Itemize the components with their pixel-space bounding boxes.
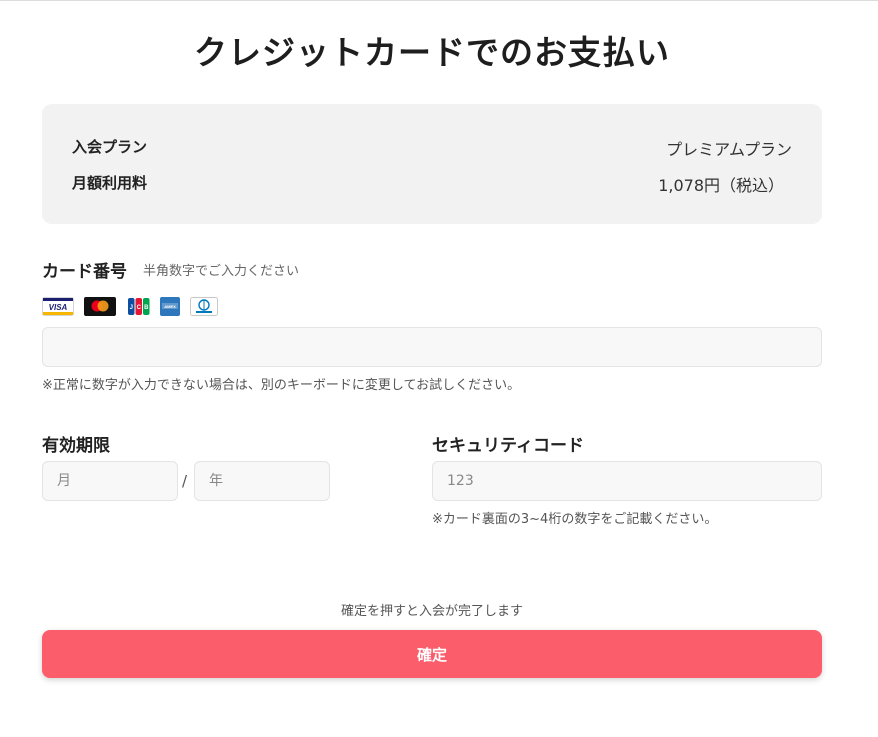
svg-text:AMEX: AMEX: [164, 304, 176, 309]
jcb-icon: J C B: [128, 297, 150, 316]
card-number-hint: 半角数字でご入力ください: [143, 264, 300, 279]
plan-row-membership: 入会プラン プレミアムプラン: [72, 136, 792, 159]
visa-icon: VISA: [42, 297, 74, 316]
confirm-note: 確定を押すと入会が完了します: [340, 604, 523, 619]
svg-text:B: B: [144, 305, 149, 311]
svg-text:J: J: [130, 305, 133, 311]
diners-club-icon: [190, 297, 218, 316]
plan-summary-panel: 入会プラン プレミアムプラン 月額利用料 1,078円（税込）: [42, 104, 822, 224]
svg-text:VISA: VISA: [49, 303, 68, 312]
plan-row-value: プレミアムプラン: [666, 140, 792, 159]
card-number-input[interactable]: [42, 327, 822, 367]
top-divider: [0, 0, 878, 1]
expiry-year-input[interactable]: [194, 461, 330, 501]
expiry-separator: /: [182, 472, 188, 490]
svg-text:C: C: [137, 305, 142, 311]
page-title: クレジットカードでのお支払い: [194, 33, 670, 72]
plan-row-label: 月額利用料: [72, 174, 148, 192]
security-code-label: セキュリティコード: [432, 436, 584, 456]
security-code-input[interactable]: [432, 461, 822, 501]
amex-icon: AMEX: [160, 297, 180, 316]
expiry-month-input[interactable]: [42, 461, 178, 501]
confirm-button[interactable]: 確定: [42, 630, 822, 678]
plan-row-value: 1,078円（税込）: [658, 176, 784, 195]
mastercard-icon: [84, 297, 116, 316]
card-number-note: ※正常に数字が入力できない場合は、別のキーボードに変更してお試しください。: [42, 378, 521, 393]
security-code-note: ※カード裏面の3~4桁の数字をご記載ください。: [432, 512, 718, 527]
plan-row-label: 入会プラン: [72, 138, 148, 156]
plan-row-monthly-fee: 月額利用料 1,078円（税込）: [72, 172, 792, 195]
expiry-label: 有効期限: [42, 436, 110, 456]
card-number-label: カード番号: [42, 262, 127, 282]
